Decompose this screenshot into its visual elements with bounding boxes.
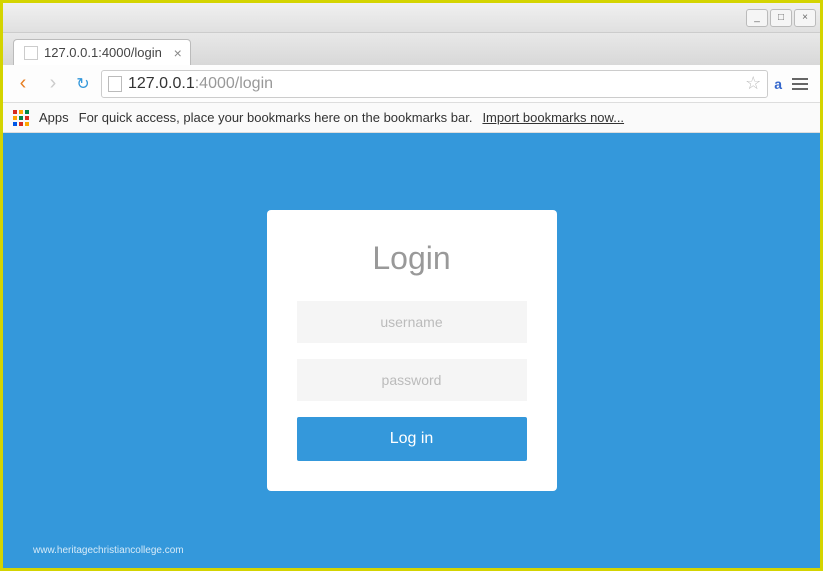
login-button[interactable]: Log in [297, 417, 527, 461]
tab-strip: 127.0.0.1:4000/login × [3, 33, 820, 65]
login-title: Login [297, 240, 527, 277]
apps-icon[interactable] [13, 110, 29, 126]
hamburger-menu-icon[interactable] [788, 74, 812, 94]
url-text: 127.0.0.1:4000/login [128, 75, 273, 93]
bookmark-hint-text: For quick access, place your bookmarks h… [79, 110, 473, 125]
close-window-button[interactable]: × [794, 9, 816, 27]
username-input[interactable] [297, 301, 527, 343]
maximize-button[interactable]: □ [770, 9, 792, 27]
window-titlebar: _ □ × [3, 3, 820, 33]
tab-title: 127.0.0.1:4000/login [44, 45, 162, 60]
address-bar[interactable]: 127.0.0.1:4000/login ☆ [101, 70, 768, 98]
reload-button[interactable]: ↻ [71, 72, 95, 96]
page-content: Login Log in www.heritagechristiancolleg… [3, 133, 820, 568]
close-tab-icon[interactable]: × [174, 45, 182, 61]
browser-tab[interactable]: 127.0.0.1:4000/login × [13, 39, 191, 65]
bookmark-star-icon[interactable]: ☆ [745, 73, 761, 94]
browser-toolbar: ‹ › ↻ 127.0.0.1:4000/login ☆ a [3, 65, 820, 103]
password-input[interactable] [297, 359, 527, 401]
site-icon [108, 76, 122, 92]
back-button[interactable]: ‹ [11, 72, 35, 96]
watermark-text: www.heritagechristiancollege.com [33, 545, 184, 556]
forward-button: › [41, 72, 65, 96]
apps-label[interactable]: Apps [39, 110, 69, 125]
login-card: Login Log in [267, 210, 557, 491]
bookmarks-bar: Apps For quick access, place your bookma… [3, 103, 820, 133]
page-icon [24, 46, 38, 60]
import-bookmarks-link[interactable]: Import bookmarks now... [482, 110, 624, 125]
text-size-control[interactable]: a [774, 76, 782, 92]
minimize-button[interactable]: _ [746, 9, 768, 27]
